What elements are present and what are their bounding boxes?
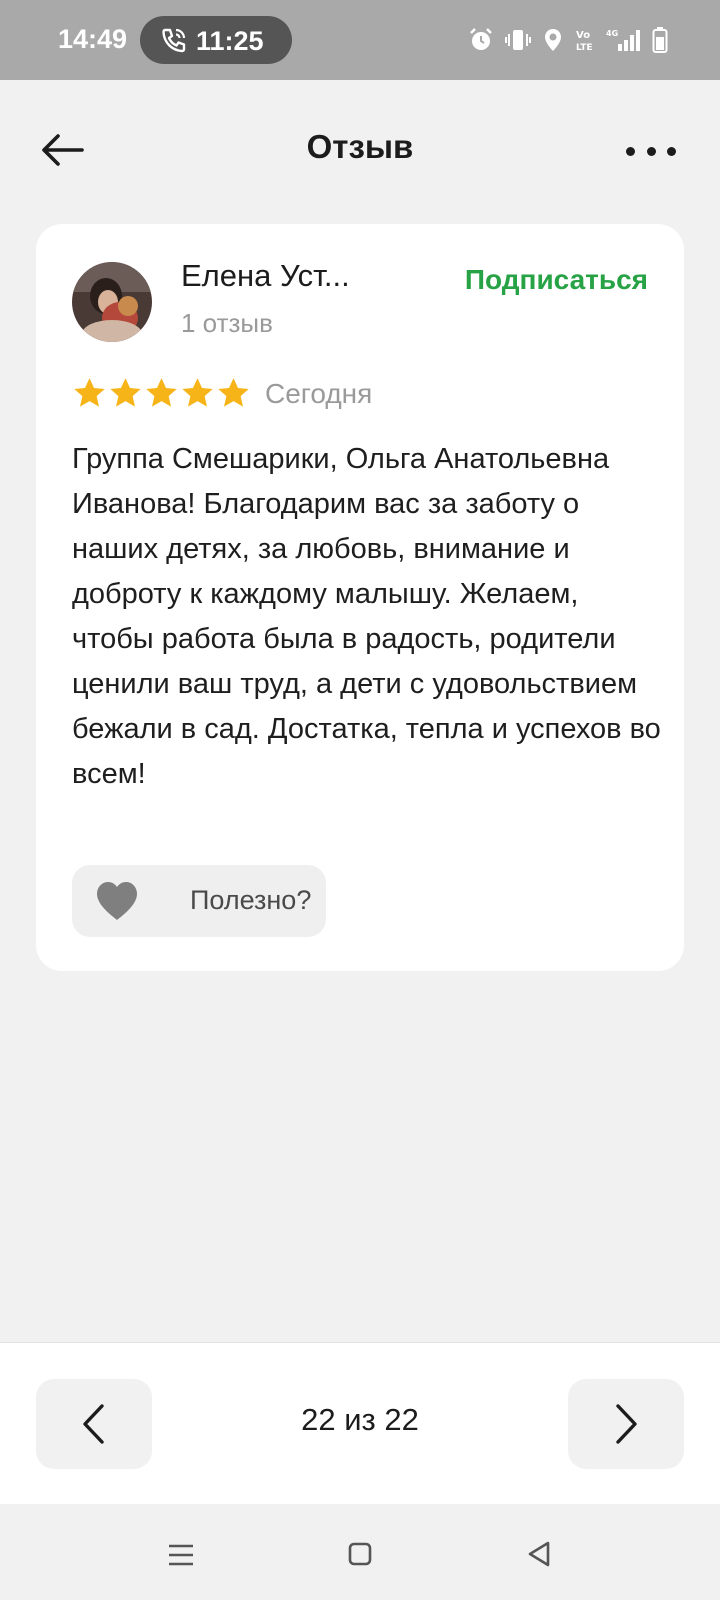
dot — [667, 146, 676, 156]
status-bar: 14:49 11:25 Vo LTE 4G — [0, 0, 720, 80]
home-icon[interactable] — [348, 1542, 372, 1566]
review-text: Группа Смешарики, Ольга Анатольевна Иван… — [72, 443, 661, 790]
4g-signal-icon: 4G — [606, 29, 640, 51]
subscribe-button[interactable]: Подписаться — [465, 264, 648, 296]
recents-icon[interactable] — [168, 1544, 194, 1566]
call-timer-chip[interactable]: 11:25 — [140, 16, 292, 64]
review-card: Елена Уст... 1 отзыв Подписаться Сегодня… — [36, 224, 684, 971]
star-icon — [74, 378, 105, 407]
review-pager: 22 из 22 — [0, 1342, 720, 1504]
app-header: Отзыв — [0, 80, 720, 220]
back-triangle-icon[interactable] — [526, 1540, 552, 1568]
chevron-right-icon — [616, 1404, 637, 1444]
svg-text:4G: 4G — [606, 29, 618, 38]
battery-icon — [652, 27, 668, 53]
svg-text:LTE: LTE — [576, 43, 593, 53]
star-icon — [182, 378, 213, 407]
star-icon — [110, 378, 141, 407]
author-reviews-count: 1 отзыв — [181, 308, 273, 338]
avatar[interactable] — [72, 262, 152, 342]
alarm-icon — [470, 28, 492, 50]
author-name[interactable]: Елена Уст... — [181, 258, 350, 294]
star-icon — [146, 378, 177, 407]
next-button[interactable] — [568, 1379, 684, 1469]
page-title: Отзыв — [306, 128, 414, 165]
phone-call-icon — [162, 28, 186, 53]
star-icon — [218, 378, 249, 407]
call-timer: 11:25 — [196, 26, 264, 56]
vibrate-icon — [505, 30, 531, 50]
location-icon — [545, 29, 561, 51]
helpful-label: Полезно? — [190, 885, 312, 915]
dot — [626, 146, 635, 156]
status-time: 14:49 — [58, 24, 128, 54]
review-date: Сегодня — [265, 378, 373, 409]
helpful-button[interactable]: Полезно? — [72, 865, 326, 937]
heart-icon — [97, 882, 137, 920]
star-rating — [72, 376, 251, 411]
volte-icon: Vo LTE — [576, 30, 593, 53]
status-icons: Vo LTE 4G — [468, 24, 668, 56]
svg-text:Vo: Vo — [576, 30, 590, 41]
system-nav-bar — [0, 1504, 720, 1600]
more-dots-icon[interactable] — [626, 136, 676, 166]
dot — [646, 146, 656, 156]
